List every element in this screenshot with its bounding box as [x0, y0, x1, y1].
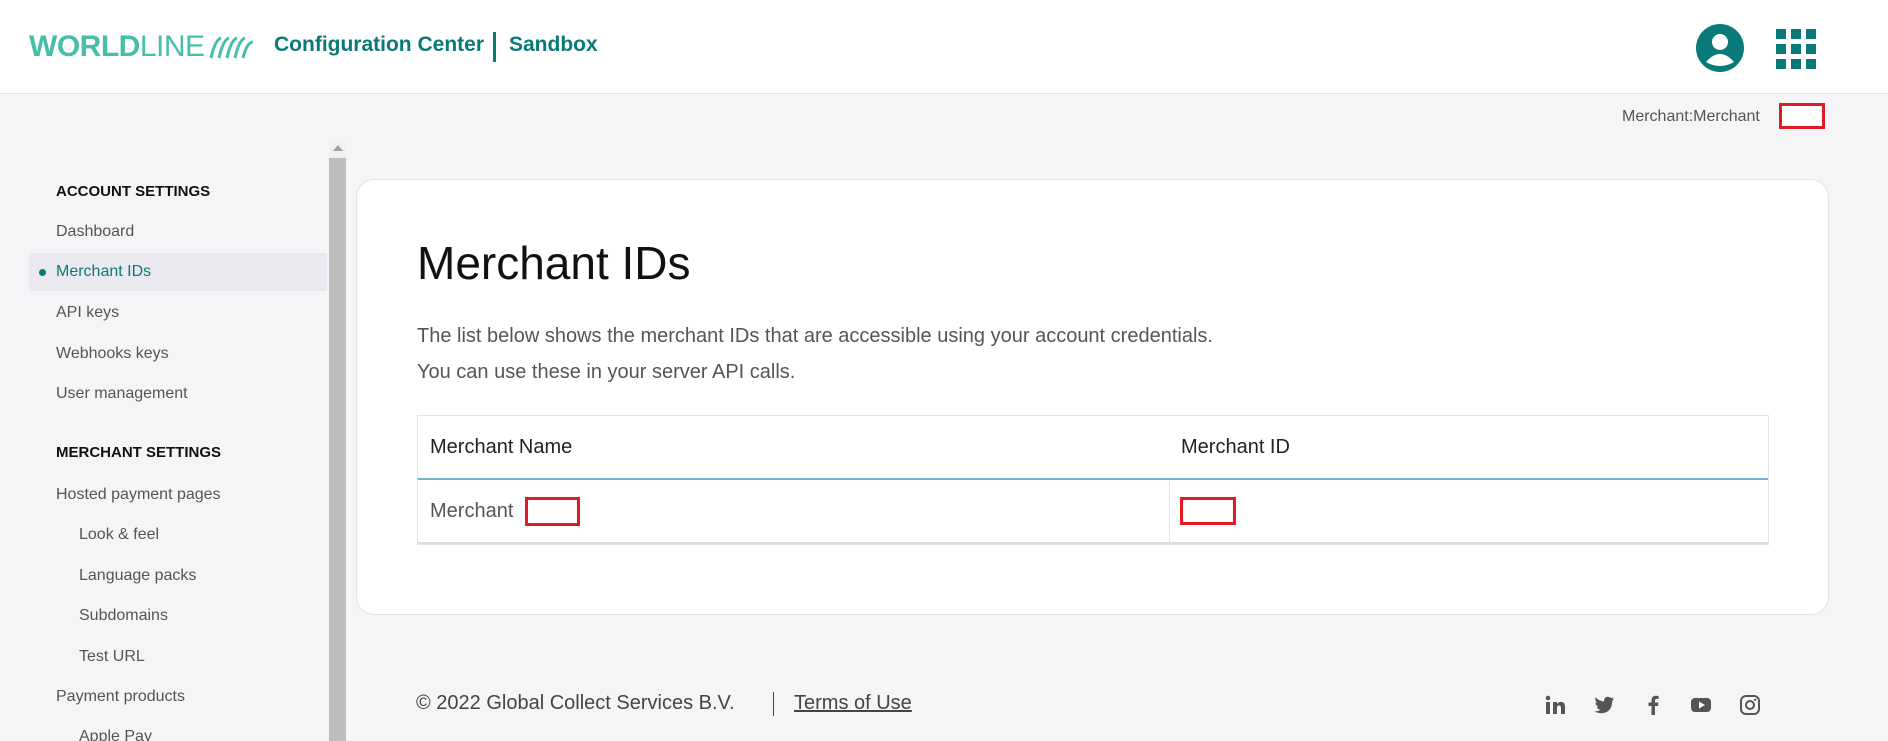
sidebar-item-payment-products[interactable]: Payment products: [29, 678, 327, 716]
page-title: Merchant IDs: [417, 237, 691, 289]
sidebar-item-label: Apple Pay: [79, 728, 152, 741]
apps-grid-icon[interactable]: [1776, 29, 1816, 69]
scroll-up-arrow-icon[interactable]: [333, 145, 343, 151]
footer-copyright: © 2022 Global Collect Services B.V.: [416, 692, 735, 714]
environment-label: Sandbox: [509, 33, 598, 56]
app-title: Configuration Center: [274, 33, 484, 56]
sidebar-item-user-management[interactable]: User management: [29, 375, 327, 413]
sidebar-item-label: Webhooks keys: [56, 345, 169, 362]
sidebar-item-label: Look & feel: [79, 526, 160, 543]
user-circle-icon[interactable]: [1696, 24, 1744, 72]
instagram-icon[interactable]: [1739, 694, 1761, 716]
sidebar-item-label: Payment products: [56, 688, 185, 705]
merchant-name-cell: Merchant: [430, 500, 514, 522]
current-merchant-label: Merchant:Merchant: [1622, 108, 1760, 125]
sidebar-item-dashboard[interactable]: Dashboard: [29, 213, 327, 251]
worldline-logo[interactable]: WORLD LINE: [29, 30, 255, 64]
logo-text-thin: LINE: [139, 30, 205, 63]
facebook-icon[interactable]: [1642, 694, 1664, 716]
merchant-ids-card: Merchant IDs The list below shows the me…: [356, 179, 1829, 615]
sidebar-item-hosted-payment-pages[interactable]: Hosted payment pages: [29, 476, 327, 514]
header-divider: [493, 32, 496, 62]
sidebar-item-label: API keys: [56, 304, 120, 321]
sidebar-item-subdomains[interactable]: Subdomains: [29, 597, 327, 635]
top-header: WORLD LINE Configuration Center Sandbox: [0, 0, 1888, 94]
sidebar-item-label: Merchant IDs: [56, 263, 152, 280]
worldline-waves-icon: [209, 36, 253, 59]
merchant-ids-table: Merchant Name Merchant ID Merchant: [417, 415, 1769, 545]
sidebar-item-look-and-feel[interactable]: Look & feel: [29, 516, 327, 554]
redacted-merchant-id: [1779, 103, 1825, 129]
redacted-merchant-name: [525, 497, 580, 526]
merchant-settings-heading: MERCHANT SETTINGS: [56, 444, 221, 461]
sidebar-item-webhooks-keys[interactable]: Webhooks keys: [29, 335, 327, 373]
linkedin-icon[interactable]: [1544, 694, 1566, 716]
sidebar-item-label: Test URL: [79, 648, 145, 665]
description-line-1: The list below shows the merchant IDs th…: [417, 325, 1213, 347]
page-description: The list below shows the merchant IDs th…: [417, 318, 1213, 390]
column-header-merchant-name: Merchant Name: [430, 436, 573, 458]
sidebar-item-test-url[interactable]: Test URL: [29, 638, 327, 676]
youtube-icon[interactable]: [1690, 694, 1712, 716]
column-separator: [1169, 482, 1170, 544]
sidebar: ACCOUNT SETTINGS Dashboard Merchant IDs …: [0, 140, 330, 741]
sidebar-item-merchant-ids[interactable]: Merchant IDs: [29, 253, 327, 291]
table-header: Merchant Name Merchant ID: [418, 416, 1768, 480]
scrollbar-thumb[interactable]: [329, 158, 346, 741]
footer-divider: [773, 692, 774, 716]
sidebar-item-language-packs[interactable]: Language packs: [29, 557, 327, 595]
description-line-2: You can use these in your server API cal…: [417, 361, 796, 383]
sidebar-item-label: Dashboard: [56, 223, 135, 240]
terms-of-use-link[interactable]: Terms of Use: [794, 692, 912, 715]
account-settings-heading: ACCOUNT SETTINGS: [56, 183, 211, 200]
column-header-merchant-id: Merchant ID: [1181, 436, 1290, 458]
sidebar-item-label: User management: [56, 385, 188, 402]
active-indicator-dot: [39, 269, 46, 276]
sidebar-item-apple-pay[interactable]: Apple Pay: [29, 718, 327, 741]
redacted-merchant-id-value: [1180, 497, 1236, 525]
sidebar-item-api-keys[interactable]: API keys: [29, 294, 327, 332]
twitter-icon[interactable]: [1593, 694, 1615, 716]
sidebar-item-label: Hosted payment pages: [56, 486, 221, 503]
logo-text-bold: WORLD: [29, 30, 140, 63]
table-row: Merchant: [418, 482, 1768, 544]
sidebar-item-label: Subdomains: [79, 607, 168, 624]
sidebar-item-label: Language packs: [79, 567, 197, 584]
sidebar-scrollbar[interactable]: [329, 140, 346, 741]
